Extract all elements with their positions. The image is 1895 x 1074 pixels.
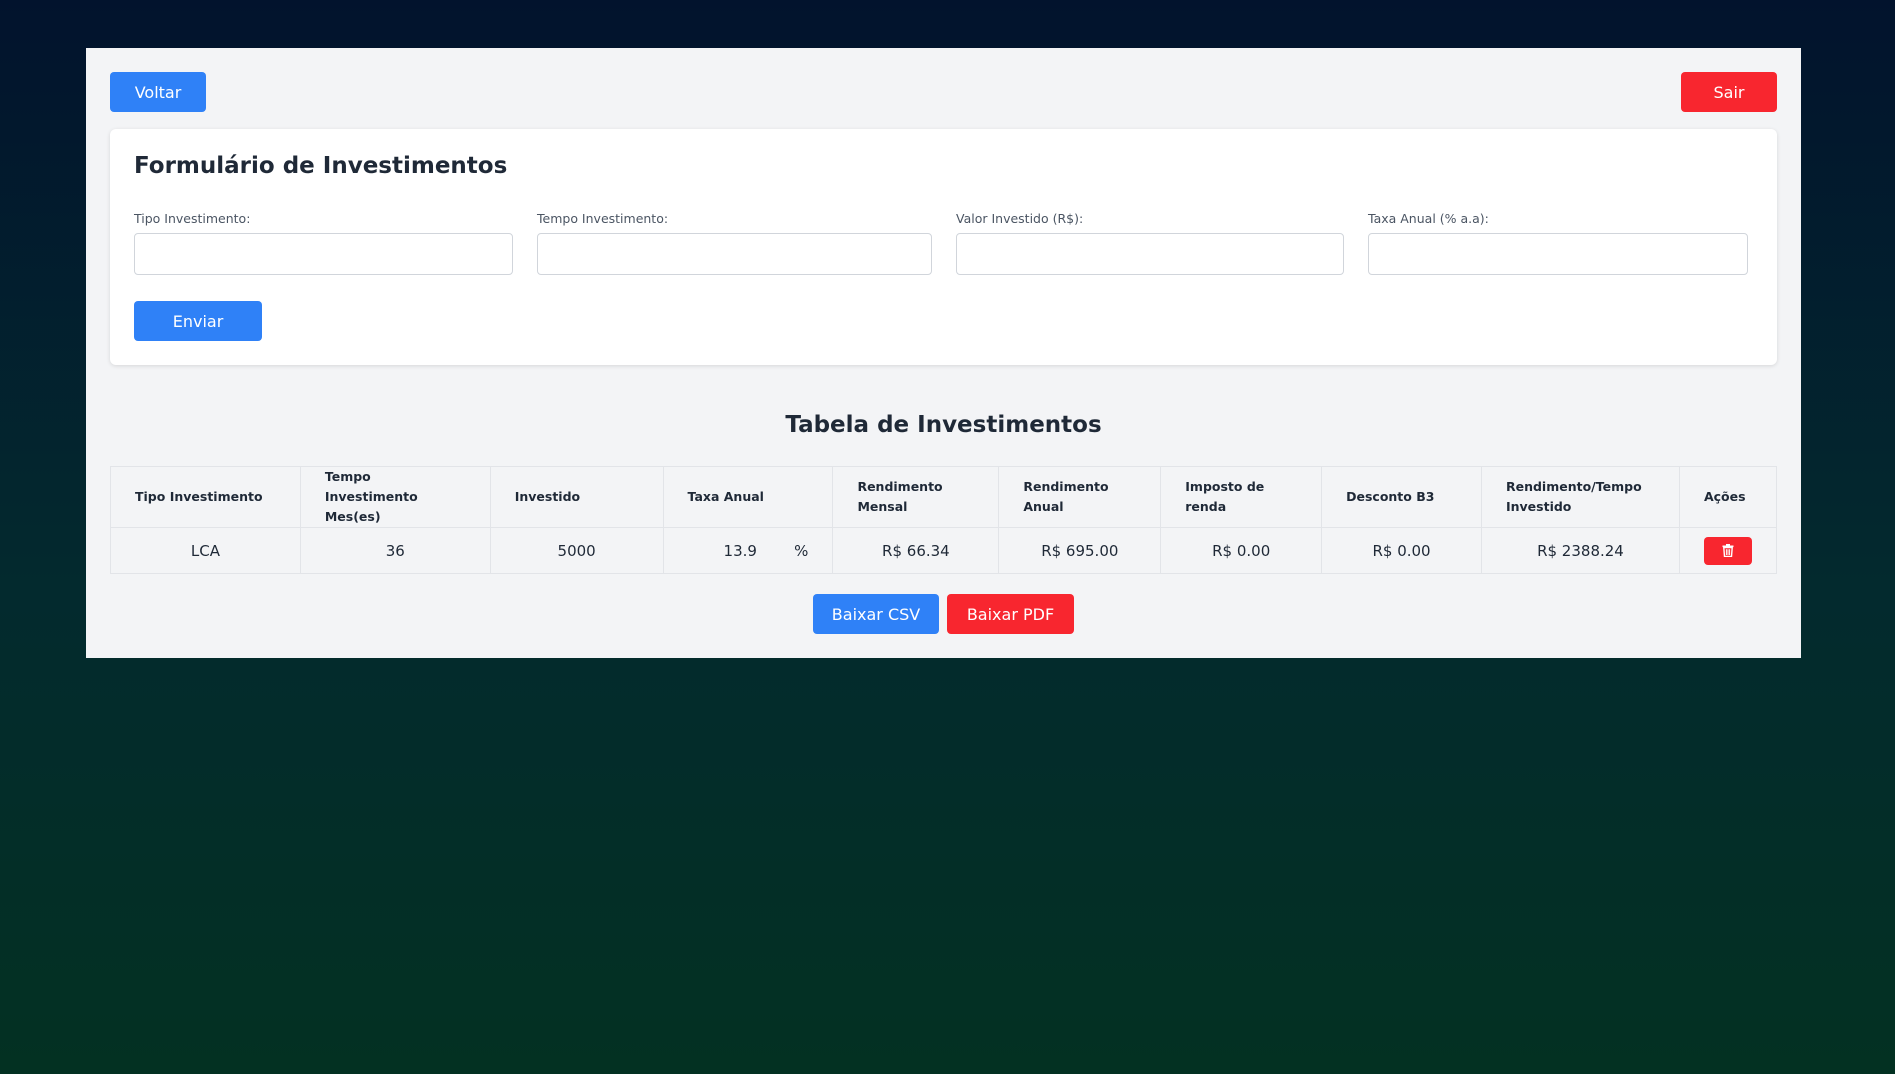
tipo-investimento-input[interactable]: [134, 233, 513, 275]
header-tempo: Tempo Investimento Mes(es): [299, 466, 491, 528]
form-title: Formulário de Investimentos: [134, 153, 508, 179]
table-title: Tabela de Investimentos: [785, 412, 1102, 438]
table-row: LCA 36 5000 13.9 % R$ 66.34 R$ 695.00 R$…: [110, 527, 1778, 574]
submit-button[interactable]: Enviar: [134, 301, 262, 341]
cell-tipo: LCA: [110, 527, 301, 574]
table-header-row: Tipo Investimento Tempo Investimento Mes…: [110, 466, 1778, 528]
header-rend-tempo: Rendimento/Tempo Investido: [1480, 466, 1680, 528]
cell-investido: 5000: [489, 527, 664, 574]
taxa-anual-field: Taxa Anual (% a.a):: [1368, 211, 1748, 275]
cell-desconto-b3: R$ 0.00: [1321, 527, 1482, 574]
header-tipo: Tipo Investimento: [110, 466, 301, 528]
header-acoes: Ações: [1678, 466, 1778, 528]
header-investido: Investido: [489, 466, 664, 528]
trash-icon: [1722, 544, 1734, 557]
download-pdf-button[interactable]: Baixar PDF: [947, 594, 1074, 634]
tipo-investimento-label: Tipo Investimento:: [134, 211, 251, 226]
cell-rend-mensal: R$ 66.34: [832, 527, 1000, 574]
header-desconto-b3: Desconto B3: [1321, 466, 1482, 528]
investments-table: Tipo Investimento Tempo Investimento Mes…: [110, 466, 1778, 574]
taxa-anual-input[interactable]: [1368, 233, 1748, 275]
cell-rend-tempo: R$ 2388.24: [1480, 527, 1680, 574]
tempo-investimento-field: Tempo Investimento:: [537, 211, 932, 275]
cell-tempo: 36: [299, 527, 491, 574]
header-imposto: Imposto de renda: [1160, 466, 1323, 528]
valor-investido-input[interactable]: [956, 233, 1344, 275]
tempo-investimento-label: Tempo Investimento:: [537, 211, 669, 226]
back-button[interactable]: Voltar: [110, 72, 206, 112]
header-rend-mensal: Rendimento Mensal: [832, 466, 1000, 528]
cell-taxa-unit: %: [794, 541, 809, 560]
cell-imposto: R$ 0.00: [1160, 527, 1323, 574]
header-rend-anual: Rendimento Anual: [998, 466, 1162, 528]
tempo-investimento-input[interactable]: [537, 233, 932, 275]
cell-acoes: [1678, 527, 1778, 574]
download-csv-button[interactable]: Baixar CSV: [813, 594, 939, 634]
cell-taxa: 13.9 %: [662, 527, 834, 574]
investment-form-card: Formulário de Investimentos Tipo Investi…: [110, 129, 1777, 365]
valor-investido-label: Valor Investido (R$):: [956, 211, 1084, 226]
tipo-investimento-field: Tipo Investimento:: [134, 211, 513, 275]
header-taxa: Taxa Anual: [662, 466, 834, 528]
main-panel: Voltar Sair Formulário de Investimentos …: [86, 48, 1801, 658]
logout-button[interactable]: Sair: [1681, 72, 1777, 112]
taxa-anual-label: Taxa Anual (% a.a):: [1368, 211, 1489, 226]
valor-investido-field: Valor Investido (R$):: [956, 211, 1344, 275]
cell-taxa-value: 13.9: [723, 541, 757, 560]
delete-button[interactable]: [1703, 536, 1752, 565]
cell-rend-anual: R$ 695.00: [998, 527, 1162, 574]
